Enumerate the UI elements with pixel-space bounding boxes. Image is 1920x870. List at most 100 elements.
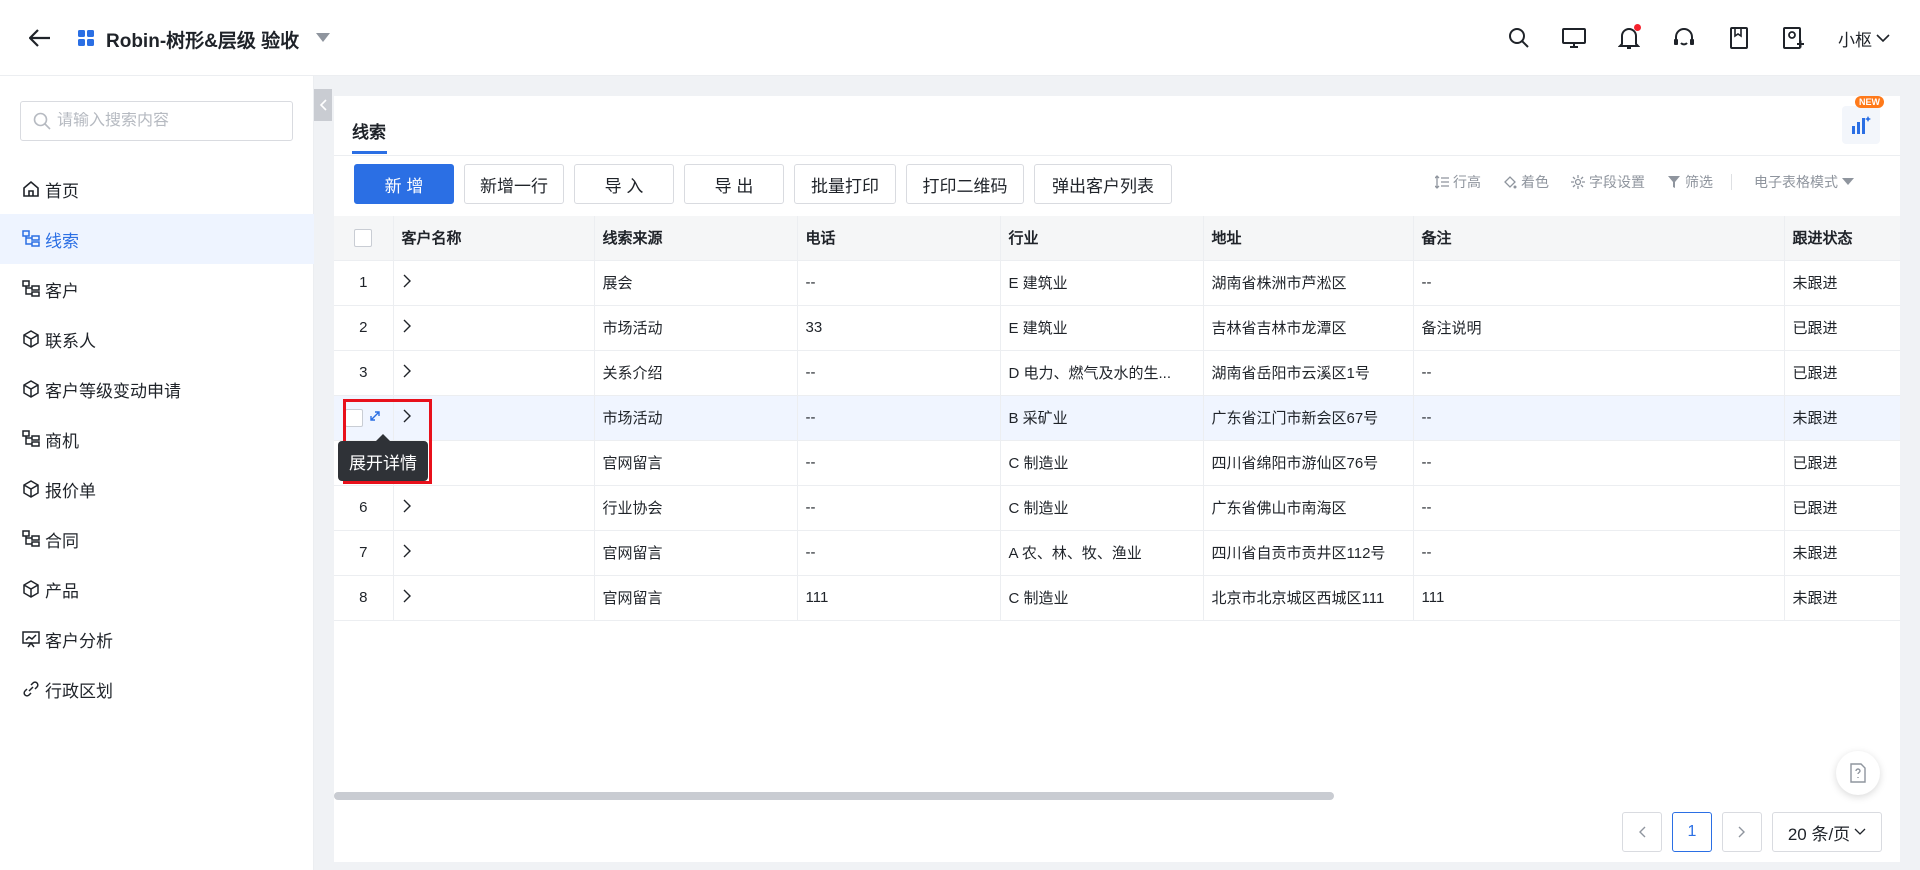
customer-name-cell[interactable] [393,260,595,306]
address-cell[interactable]: 湖南省岳阳市云溪区1号 [1203,350,1414,396]
address-cell[interactable]: 四川省绵阳市游仙区76号 [1203,440,1414,486]
sidebar-item-level-change[interactable]: 客户等级变动申请 [0,364,314,414]
next-page-button[interactable] [1722,812,1762,852]
follow-status-cell[interactable]: 未跟进 [1784,395,1900,441]
phone-cell[interactable]: 111 [797,575,1001,621]
lead-source-cell[interactable]: 官网留言 [594,440,798,486]
column-header[interactable]: 跟进状态 [1784,216,1900,261]
tab-leads[interactable]: 线索 [352,118,386,143]
table-row[interactable]: 市场活动 -- B 采矿业 广东省江门市新会区67号 -- 未跟进 [334,395,1900,441]
lead-source-cell[interactable]: 市场活动 [594,305,798,351]
prev-page-button[interactable] [1622,812,1662,852]
address-cell[interactable]: 吉林省吉林市龙潭区 [1203,305,1414,351]
color-tool[interactable]: 着色 [1503,172,1549,192]
phone-cell[interactable]: -- [797,395,1001,441]
follow-status-cell[interactable]: 未跟进 [1784,530,1900,576]
note-cell[interactable]: -- [1413,485,1785,531]
customer-name-cell[interactable] [393,305,595,351]
sidebar-item-products[interactable]: 产品 [0,564,314,614]
table-row[interactable]: 6 行业协会 -- C 制造业 广东省佛山市南海区 -- 已跟进 [334,485,1900,531]
select-all-cell[interactable] [334,216,394,261]
column-header[interactable]: 地址 [1203,216,1414,261]
phone-cell[interactable]: 33 [797,305,1001,351]
industry-cell[interactable]: B 采矿业 [1000,395,1204,441]
chevron-right-icon[interactable] [402,544,412,562]
popup-customer-list-button[interactable]: 弹出客户列表 [1034,164,1172,204]
phone-cell[interactable]: -- [797,530,1001,576]
chevron-right-icon[interactable] [402,589,412,607]
note-cell[interactable]: -- [1413,350,1785,396]
industry-cell[interactable]: E 建筑业 [1000,305,1204,351]
table-row[interactable]: 官网留言 -- C 制造业 四川省绵阳市游仙区76号 -- 已跟进 [334,440,1900,486]
batch-print-button[interactable]: 批量打印 [794,164,896,204]
sidebar-item-home[interactable]: 首页 [0,164,314,214]
sidebar-item-contacts[interactable]: 联系人 [0,314,314,364]
table-row[interactable]: 8 官网留言 111 C 制造业 北京市北京城区西城区111 111 未跟进 [334,575,1900,621]
sidebar-item-customer-analysis[interactable]: 客户分析 [0,614,314,664]
phone-cell[interactable]: -- [797,260,1001,306]
customer-name-cell[interactable] [393,530,595,576]
chevron-right-icon[interactable] [402,364,412,382]
sidebar-item-quotes[interactable]: 报价单 [0,464,314,514]
address-cell[interactable]: 广东省江门市新会区67号 [1203,395,1414,441]
sidebar-item-leads[interactable]: 线索 [0,214,314,264]
back-arrow-icon[interactable] [26,24,54,52]
spreadsheet-mode-select[interactable]: 电子表格模式 [1754,172,1854,192]
user-menu[interactable]: 小枢 [1838,26,1890,51]
lead-source-cell[interactable]: 市场活动 [594,395,798,441]
note-cell[interactable]: 备注说明 [1413,305,1785,351]
row-index[interactable]: 7 [334,530,394,576]
industry-cell[interactable]: C 制造业 [1000,485,1204,531]
add-row-button[interactable]: 新增一行 [464,164,564,204]
address-cell[interactable]: 广东省佛山市南海区 [1203,485,1414,531]
follow-status-cell[interactable]: 已跟进 [1784,440,1900,486]
table-row[interactable]: 1 展会 -- E 建筑业 湖南省株洲市芦淞区 -- 未跟进 [334,260,1900,306]
sidebar-collapse-handle[interactable] [314,89,332,121]
phone-cell[interactable]: -- [797,350,1001,396]
row-index[interactable]: 2 [334,305,394,351]
row-index[interactable]: 8 [334,575,394,621]
sidebar-item-contracts[interactable]: 合同 [0,514,314,564]
lead-source-cell[interactable]: 行业协会 [594,485,798,531]
address-cell[interactable]: 北京市北京城区西城区111 [1203,575,1414,621]
table-row[interactable]: 7 官网留言 -- A 农、林、牧、渔业 四川省自贡市贡井区112号 -- 未跟进 [334,530,1900,576]
row-height-tool[interactable]: 行高 [1435,172,1481,192]
search-icon[interactable] [1505,24,1533,52]
phone-cell[interactable]: -- [797,485,1001,531]
customer-name-cell[interactable] [393,350,595,396]
user-edit-icon[interactable] [1780,24,1808,52]
note-cell[interactable]: -- [1413,440,1785,486]
caret-down-icon[interactable] [316,30,330,48]
follow-status-cell[interactable]: 未跟进 [1784,575,1900,621]
sidebar-search-input[interactable] [57,112,277,130]
field-settings-tool[interactable]: 字段设置 [1571,172,1645,192]
monitor-icon[interactable] [1560,24,1588,52]
column-header[interactable]: 行业 [1000,216,1204,261]
bell-icon[interactable] [1615,24,1643,52]
note-cell[interactable]: -- [1413,260,1785,306]
industry-cell[interactable]: E 建筑业 [1000,260,1204,306]
address-cell[interactable]: 四川省自贡市贡井区112号 [1203,530,1414,576]
sidebar-item-opportunities[interactable]: 商机 [0,414,314,464]
phone-cell[interactable]: -- [797,440,1001,486]
print-qrcode-button[interactable]: 打印二维码 [906,164,1024,204]
app-title[interactable]: Robin-树形&层级 验收 [106,26,299,53]
follow-status-cell[interactable]: 未跟进 [1784,260,1900,306]
page-number-button[interactable]: 1 [1672,812,1712,852]
sidebar-search[interactable] [20,101,293,141]
table-row[interactable]: 3 关系介绍 -- D 电力、燃气及水的生... 湖南省岳阳市云溪区1号 -- 已跟进 [334,350,1900,396]
column-header[interactable]: 客户名称 [393,216,595,261]
sidebar-item-admin-division[interactable]: 行政区划 [0,664,314,714]
chevron-right-icon[interactable] [402,319,412,337]
lead-source-cell[interactable]: 官网留言 [594,575,798,621]
industry-cell[interactable]: A 农、林、牧、渔业 [1000,530,1204,576]
column-header[interactable]: 线索来源 [594,216,798,261]
industry-cell[interactable]: D 电力、燃气及水的生... [1000,350,1204,396]
filter-tool[interactable]: 筛选 [1667,172,1713,192]
analytics-tool-button[interactable]: NEW [1842,96,1884,144]
headset-icon[interactable] [1670,24,1698,52]
note-cell[interactable]: -- [1413,395,1785,441]
chevron-right-icon[interactable] [402,274,412,292]
import-button[interactable]: 导 入 [574,164,674,204]
column-header[interactable]: 备注 [1413,216,1785,261]
